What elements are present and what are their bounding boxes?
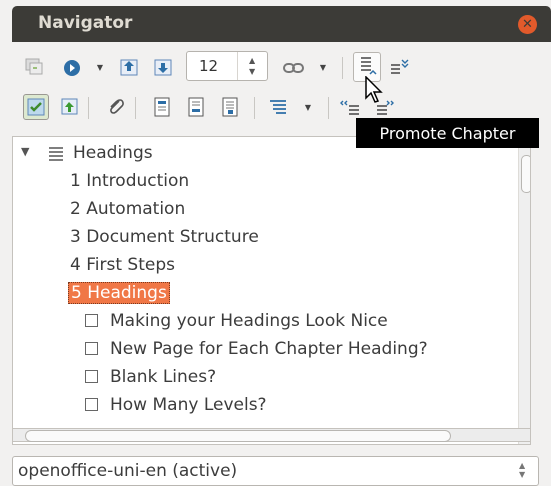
tree-subitem-label: Blank Lines? — [110, 367, 217, 387]
next-icon — [154, 59, 172, 76]
content-view-button[interactable] — [23, 94, 49, 120]
close-button[interactable]: ✕ — [518, 15, 537, 34]
drag-mode-dropdown[interactable]: ▼ — [318, 62, 328, 72]
tree-subitem[interactable]: Making your Headings Look Nice — [85, 309, 388, 333]
tree-root-label: Headings — [73, 143, 153, 163]
horizontal-scrollbar[interactable] — [12, 428, 531, 442]
tree-item-selected[interactable]: 5 Headings — [68, 281, 170, 305]
tree-item-chapter[interactable]: 3 Document Structure — [70, 225, 259, 249]
paperclip-icon — [110, 99, 124, 114]
content-tree[interactable]: ▼ Headings 1 Introduction 2 Automation 3… — [12, 136, 531, 445]
tree-item-chapter[interactable]: 2 Automation — [70, 197, 185, 221]
navigation-dropdown[interactable]: ▼ — [95, 62, 105, 72]
heading-level-value[interactable]: 12 — [199, 57, 218, 75]
tree-item-chapter[interactable]: 1 Introduction — [70, 169, 189, 193]
navigation-icon — [64, 60, 80, 76]
demote-chapter-button[interactable] — [387, 55, 411, 79]
spin-down-icon[interactable]: ▼ — [249, 67, 255, 76]
chevron-down-icon: ▼ — [319, 62, 327, 72]
tooltip-text: Promote Chapter — [379, 123, 516, 143]
promote-level-icon — [340, 100, 359, 115]
heading-levels-button[interactable] — [266, 95, 290, 119]
content-view-icon — [27, 98, 45, 116]
navigation-button[interactable] — [60, 56, 84, 80]
tree-subitem[interactable]: How Many Levels? — [85, 393, 267, 417]
set-reminder-button[interactable] — [58, 95, 82, 119]
checkbox-icon — [85, 370, 98, 383]
window-title: Navigator — [38, 13, 133, 33]
vertical-scroll-thumb[interactable] — [521, 155, 530, 193]
toolbar-separator — [342, 57, 343, 79]
tree-item-label: 2 Automation — [70, 199, 186, 219]
toolbar-separator — [88, 97, 89, 119]
header-button[interactable] — [150, 95, 174, 119]
drag-mode-button[interactable] — [282, 56, 306, 80]
tree-subitem-label: How Many Levels? — [110, 395, 267, 415]
previous-button[interactable] — [117, 55, 141, 79]
demote-level-button[interactable] — [373, 95, 397, 119]
tree-item-label: 4 First Steps — [70, 255, 175, 275]
document-select-value: openoffice-uni-en (active) — [18, 461, 238, 481]
tree-item-label: 3 Document Structure — [70, 227, 259, 247]
anchor-button[interactable] — [218, 95, 242, 119]
close-icon: ✕ — [522, 17, 533, 32]
document-select[interactable]: openoffice-uni-en (active) ▲ ▼ — [12, 456, 539, 486]
tree-item-label: 5 Headings — [68, 282, 170, 304]
heading-levels-icon — [270, 100, 286, 114]
toolbar-separator — [254, 97, 255, 119]
chevron-down-icon: ▼ — [304, 102, 312, 112]
demote-chapter-icon — [391, 59, 409, 74]
horizontal-scroll-thumb[interactable] — [25, 430, 451, 442]
tree-item-chapter[interactable]: 4 First Steps — [70, 253, 175, 277]
next-button[interactable] — [151, 55, 175, 79]
anchor-icon — [222, 97, 238, 117]
footer-button[interactable] — [184, 95, 208, 119]
toolbar-separator — [328, 97, 329, 119]
tree-subitem[interactable]: New Page for Each Chapter Heading? — [85, 337, 428, 361]
tree-subitem[interactable]: Blank Lines? — [85, 365, 216, 389]
toggle-button[interactable] — [22, 54, 46, 78]
chain-link-icon — [283, 63, 304, 73]
checkbox-icon — [85, 398, 98, 411]
tree-subitem-label: New Page for Each Chapter Heading? — [110, 339, 428, 359]
tree-subitem-label: Making your Headings Look Nice — [110, 311, 388, 331]
checkbox-icon — [85, 314, 98, 327]
heading-levels-dropdown[interactable]: ▼ — [303, 102, 313, 112]
set-reminder-icon — [61, 98, 78, 115]
header-icon — [154, 97, 170, 117]
previous-icon — [120, 59, 138, 76]
footer-icon — [188, 97, 204, 117]
promote-level-button[interactable] — [339, 95, 363, 119]
headings-icon — [49, 147, 63, 161]
vertical-scrollbar[interactable] — [518, 137, 530, 444]
spinner-arrows: ▲ ▼ — [237, 52, 268, 80]
tree-root-headings[interactable]: Headings — [73, 141, 153, 165]
tooltip: Promote Chapter — [356, 118, 539, 148]
spin-up-icon[interactable]: ▲ — [249, 56, 255, 65]
updown-arrows-icon: ▲ ▼ — [519, 461, 526, 479]
toggle-icon — [25, 58, 43, 75]
chevron-down-icon: ▼ — [96, 62, 104, 72]
expander-icon[interactable]: ▼ — [21, 145, 29, 158]
toolbar-separator — [135, 97, 136, 119]
checkbox-icon — [85, 342, 98, 355]
demote-level-icon — [377, 100, 394, 115]
title-bar: Navigator ✕ — [12, 6, 551, 42]
heading-level-spinner[interactable]: 12 ▲ ▼ — [186, 51, 268, 81]
tree-item-label: 1 Introduction — [70, 171, 190, 191]
attachment-button[interactable] — [104, 95, 128, 119]
